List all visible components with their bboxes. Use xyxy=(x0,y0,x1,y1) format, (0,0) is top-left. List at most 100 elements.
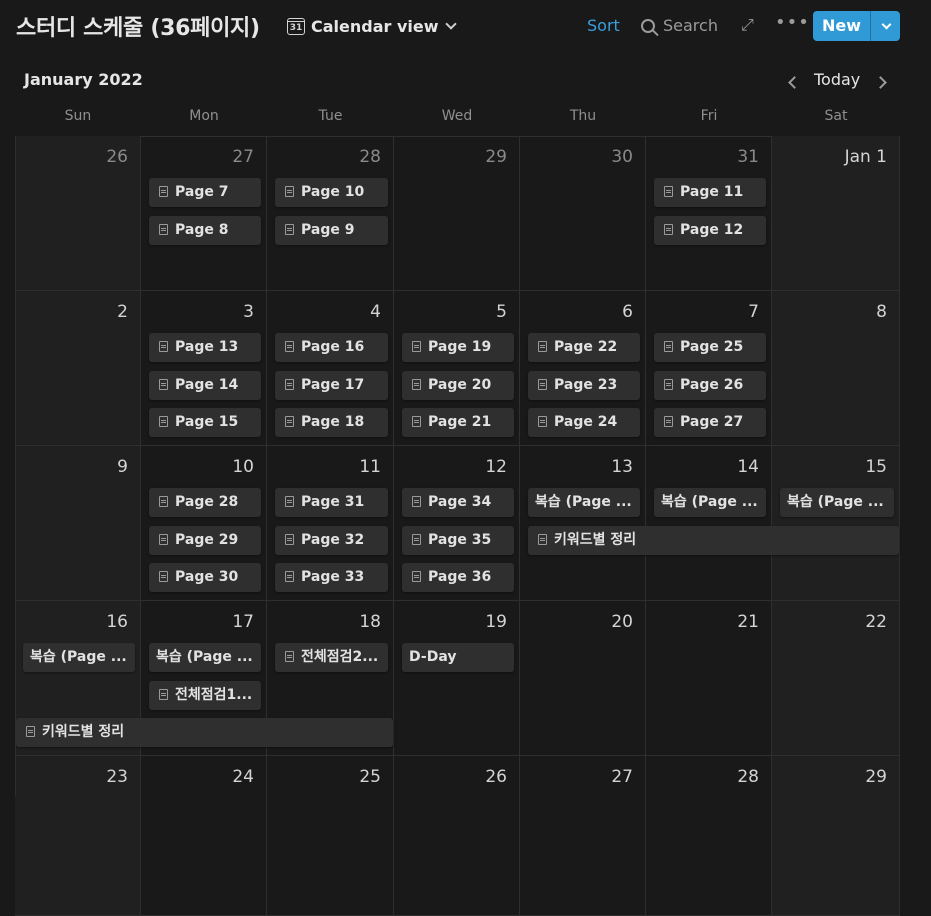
day-cell[interactable]: 24 xyxy=(141,756,267,916)
event-card[interactable]: D-Day xyxy=(402,643,514,672)
new-dropdown-button[interactable] xyxy=(870,11,900,41)
event-card[interactable]: Page 31 xyxy=(275,488,388,517)
sort-button[interactable]: Sort xyxy=(587,16,620,35)
event-card[interactable]: Page 15 xyxy=(149,408,261,437)
day-cell[interactable]: 23 xyxy=(15,756,141,916)
event-card[interactable]: Page 24 xyxy=(528,408,640,437)
day-number: 28 xyxy=(359,147,381,167)
event-title: Page 23 xyxy=(554,376,618,393)
event-card[interactable]: Page 35 xyxy=(402,525,514,555)
event-card[interactable]: Page 28 xyxy=(149,488,261,517)
event-card[interactable]: Page 10 xyxy=(275,178,388,207)
event-title: 복습 (Page ... xyxy=(661,494,758,510)
event-card[interactable]: Page 30 xyxy=(149,563,261,592)
new-button[interactable]: New xyxy=(813,11,870,41)
page-icon xyxy=(159,223,168,235)
event-card[interactable]: Page 12 xyxy=(654,215,766,245)
event-card[interactable]: Page 19 xyxy=(402,333,514,362)
day-cell[interactable]: 15 xyxy=(772,446,900,601)
calendar-icon: 31 xyxy=(287,17,305,35)
day-cell[interactable]: 30 xyxy=(520,136,646,291)
day-cell[interactable]: 14 xyxy=(646,446,772,601)
day-cell[interactable]: 19 xyxy=(394,601,520,756)
day-cell[interactable]: 29 xyxy=(394,136,520,291)
event-card[interactable]: Page 34 xyxy=(402,488,514,517)
day-cell[interactable]: 31 xyxy=(646,136,772,291)
event-title: Page 18 xyxy=(301,414,365,430)
event-card[interactable]: 복습 (Page ... xyxy=(23,643,135,672)
event-card[interactable]: Page 7 xyxy=(149,178,261,207)
event-card[interactable]: 전체점검1... xyxy=(149,680,261,710)
database-title[interactable]: 스터디 스케줄 (36페이지) xyxy=(16,10,260,42)
event-card[interactable]: Page 11 xyxy=(654,178,766,207)
day-number: 8 xyxy=(876,302,887,322)
event-card[interactable]: Page 32 xyxy=(275,525,388,555)
event-title: 전체점검1... xyxy=(175,686,253,703)
more-options-icon[interactable]: ••• xyxy=(775,12,810,33)
event-title: Page 34 xyxy=(428,494,492,510)
calendar-grid: 26 27 28 29 30 31 Jan 1 2 3 4 5 6 7 8 9 10 11 12 13 14 15 16 1… xyxy=(15,136,900,916)
event-card[interactable]: 복습 (Page ... xyxy=(528,488,640,517)
page-icon xyxy=(285,533,294,545)
day-number: 30 xyxy=(611,147,633,167)
event-card[interactable]: Page 17 xyxy=(275,370,388,400)
event-card[interactable]: Page 33 xyxy=(275,563,388,592)
event-card[interactable]: Page 8 xyxy=(149,215,261,245)
event-card[interactable]: Page 25 xyxy=(654,333,766,362)
day-cell[interactable]: 28 xyxy=(646,756,772,916)
day-cell[interactable]: 27 xyxy=(520,756,646,916)
day-cell[interactable]: 29 xyxy=(772,756,900,916)
event-card[interactable]: Page 9 xyxy=(275,215,388,245)
day-cell[interactable]: 26 xyxy=(15,136,141,291)
event-title: Page 11 xyxy=(680,184,744,200)
day-cell[interactable]: 27 xyxy=(141,136,267,291)
previous-month-button[interactable] xyxy=(786,72,802,89)
day-cell[interactable]: 8 xyxy=(772,291,900,446)
event-card[interactable]: Page 18 xyxy=(275,408,388,437)
multi-day-event-card[interactable]: 키워드별 정리 xyxy=(16,718,393,747)
day-cell[interactable]: 20 xyxy=(520,601,646,756)
event-card[interactable]: Page 13 xyxy=(149,333,261,362)
event-card[interactable]: 전체점검2... xyxy=(275,643,388,672)
event-card[interactable]: Page 21 xyxy=(402,408,514,437)
day-cell[interactable]: 28 xyxy=(267,136,394,291)
day-cell[interactable]: 22 xyxy=(772,601,900,756)
chevron-left-icon xyxy=(788,76,801,89)
day-cell[interactable]: Jan 1 xyxy=(772,136,900,291)
day-cell[interactable]: 2 xyxy=(15,291,141,446)
event-title: Page 7 xyxy=(175,184,229,200)
view-switcher[interactable]: 31 Calendar view xyxy=(287,14,457,38)
multi-day-event-card[interactable]: 키워드별 정리 xyxy=(528,525,899,555)
event-card[interactable]: Page 14 xyxy=(149,370,261,400)
next-month-button[interactable] xyxy=(874,72,892,89)
event-card[interactable]: Page 20 xyxy=(402,370,514,400)
event-card[interactable]: Page 29 xyxy=(149,525,261,555)
day-cell[interactable]: 25 xyxy=(267,756,394,916)
event-card[interactable]: Page 27 xyxy=(654,408,766,437)
day-number: 26 xyxy=(106,147,128,167)
day-cell[interactable]: 13 xyxy=(520,446,646,601)
event-card[interactable]: Page 22 xyxy=(528,333,640,362)
event-card[interactable]: 복습 (Page ... xyxy=(149,643,261,672)
day-number: 18 xyxy=(359,612,381,632)
event-title: Page 14 xyxy=(175,376,239,393)
event-title: Page 20 xyxy=(428,376,492,393)
event-card[interactable]: 복습 (Page ... xyxy=(654,488,766,517)
event-card[interactable]: Page 23 xyxy=(528,370,640,400)
expand-icon[interactable]: ⤢ xyxy=(741,15,754,35)
event-card[interactable]: 복습 (Page ... xyxy=(780,488,894,517)
day-cell[interactable]: 26 xyxy=(394,756,520,916)
event-title: Page 21 xyxy=(428,414,492,430)
page-icon xyxy=(159,378,168,390)
event-title: Page 32 xyxy=(301,531,365,548)
event-card[interactable]: Page 36 xyxy=(402,563,514,592)
event-card[interactable]: Page 26 xyxy=(654,370,766,400)
day-cell[interactable]: 21 xyxy=(646,601,772,756)
chevron-down-icon xyxy=(881,19,892,29)
search-button[interactable]: Search xyxy=(641,16,718,35)
today-button[interactable]: Today xyxy=(814,70,860,89)
day-number: 29 xyxy=(485,147,507,167)
event-card[interactable]: Page 16 xyxy=(275,333,388,362)
day-number: 7 xyxy=(748,302,759,322)
day-cell[interactable]: 9 xyxy=(15,446,141,601)
